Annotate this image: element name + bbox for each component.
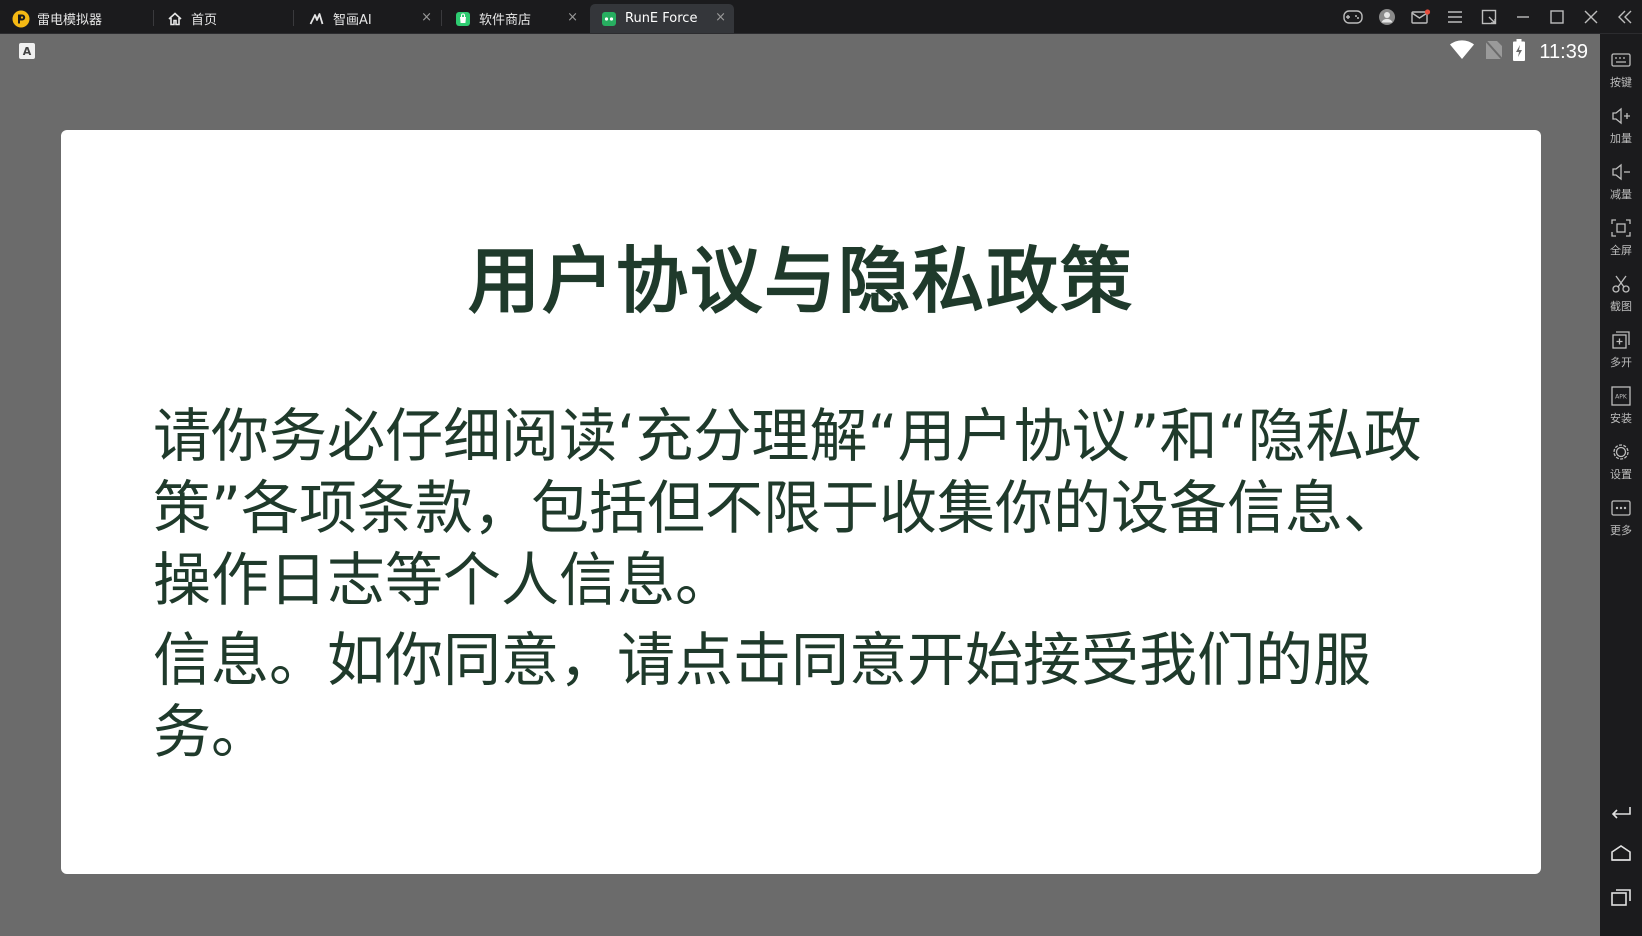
android-status-bar: A 11:39 — [0, 34, 1600, 70]
sidebar-item-volume-up[interactable]: 加量 — [1600, 105, 1642, 153]
collapse-sidebar-icon[interactable] — [1608, 0, 1642, 33]
sidebar-label: 多开 — [1610, 356, 1632, 369]
tab-home[interactable]: 首页 — [156, 4, 292, 33]
menu-icon[interactable] — [1438, 0, 1472, 33]
title-bar: 雷电模拟器 首页 智画AI × 软件商店 × RunE Force × — [0, 0, 1642, 34]
apk-icon: APK — [1610, 385, 1632, 407]
maximize-icon[interactable] — [1540, 0, 1574, 33]
gear-icon — [1610, 441, 1632, 463]
game-app-icon — [600, 10, 618, 28]
mail-notification-icon[interactable] — [1404, 0, 1438, 33]
emulator-screen: A 11:39 用户协议与隐私政策 请你务必仔细阅读‘充分理解“用户协议”和“隐… — [0, 34, 1600, 936]
tab-divider — [153, 10, 154, 26]
tab-close-icon[interactable]: × — [715, 10, 726, 25]
tab-rune-force[interactable]: RunE Force × — [590, 4, 734, 33]
gamepad-icon[interactable] — [1336, 0, 1370, 33]
window-controls — [1336, 0, 1642, 33]
sidebar-label: 安装 — [1610, 412, 1632, 425]
sidebar-item-screenshot[interactable]: 截图 — [1600, 273, 1642, 321]
privacy-policy-dialog: 用户协议与隐私政策 请你务必仔细阅读‘充分理解“用户协议”和“隐私政策”各项条款… — [61, 130, 1541, 874]
home-icon — [166, 10, 184, 28]
store-bag-icon — [454, 10, 472, 28]
sidebar-item-keymap[interactable]: 按键 — [1600, 49, 1642, 97]
sidebar-label: 加量 — [1610, 132, 1632, 145]
tab-store-label: 软件商店 — [479, 13, 532, 28]
back-icon[interactable] — [1609, 799, 1633, 823]
user-avatar-icon[interactable] — [1370, 0, 1404, 33]
sidebar-label: 全屏 — [1610, 244, 1632, 257]
emulator-sidebar: 按键 加量 减量 全屏 截图 多开 APK 安装 设置 更多 — [1600, 34, 1642, 936]
policy-paragraph-2: 信息。如你同意，请点击同意开始接受我们的服务。 — [153, 626, 1372, 766]
more-icon — [1610, 497, 1632, 519]
minimize-icon[interactable] — [1506, 0, 1540, 33]
close-window-icon[interactable] — [1574, 0, 1608, 33]
no-sim-icon — [1485, 40, 1504, 64]
fullscreen-icon — [1610, 217, 1632, 239]
sidebar-label: 截图 — [1610, 300, 1632, 313]
tab-ai-label: 智画AI — [333, 13, 372, 28]
policy-paragraph-1: 请你务必仔细阅读‘充分理解“用户协议”和“隐私政策”各项条款，包括但不限于收集你… — [153, 402, 1422, 614]
tab-divider — [293, 10, 294, 26]
recents-icon[interactable] — [1609, 885, 1633, 909]
wifi-icon — [1449, 40, 1475, 64]
status-icons: 11:39 — [1449, 39, 1588, 65]
tab-ai-painting[interactable]: 智画AI × — [298, 4, 440, 33]
clock: 11:39 — [1539, 40, 1588, 63]
tab-home-label: 首页 — [191, 13, 218, 28]
sidebar-item-install-apk[interactable]: APK 安装 — [1600, 385, 1642, 433]
tab-rune-force-label: RunE Force — [625, 11, 698, 26]
sidebar-label: 减量 — [1610, 188, 1632, 201]
sidebar-item-settings[interactable]: 设置 — [1600, 441, 1642, 489]
sidebar-item-volume-down[interactable]: 减量 — [1600, 161, 1642, 209]
apk-text: APK — [1615, 394, 1628, 401]
sidebar-label: 更多 — [1610, 524, 1632, 537]
keyboard-icon — [1610, 49, 1632, 71]
tab-divider — [441, 10, 442, 26]
tab-app-store[interactable]: 软件商店 × — [444, 4, 586, 33]
app-name: 雷电模拟器 — [37, 13, 103, 28]
pin-window-icon[interactable] — [1472, 0, 1506, 33]
app-logo-icon — [12, 10, 30, 28]
tab-app-home[interactable]: 雷电模拟器 — [2, 4, 152, 33]
volume-down-icon — [1610, 161, 1632, 183]
tab-close-icon[interactable]: × — [421, 10, 432, 25]
sidebar-item-more[interactable]: 更多 — [1600, 497, 1642, 545]
sidebar-item-fullscreen[interactable]: 全屏 — [1600, 217, 1642, 265]
sidebar-item-multi-instance[interactable]: 多开 — [1600, 329, 1642, 377]
keyboard-badge-icon: A — [19, 43, 35, 59]
sidebar-label: 设置 — [1610, 468, 1632, 481]
home-nav-icon[interactable] — [1609, 842, 1633, 866]
multi-instance-icon — [1610, 329, 1632, 351]
dialog-body: 请你务必仔细阅读‘充分理解“用户协议”和“隐私政策”各项条款，包括但不限于收集你… — [153, 400, 1453, 768]
sidebar-label: 按键 — [1610, 76, 1632, 89]
scissors-icon — [1610, 273, 1632, 295]
dialog-title: 用户协议与隐私政策 — [467, 239, 1134, 323]
tab-close-icon[interactable]: × — [567, 10, 578, 25]
ai-brush-icon — [308, 10, 326, 28]
battery-charging-icon — [1513, 39, 1526, 65]
volume-up-icon — [1610, 105, 1632, 127]
